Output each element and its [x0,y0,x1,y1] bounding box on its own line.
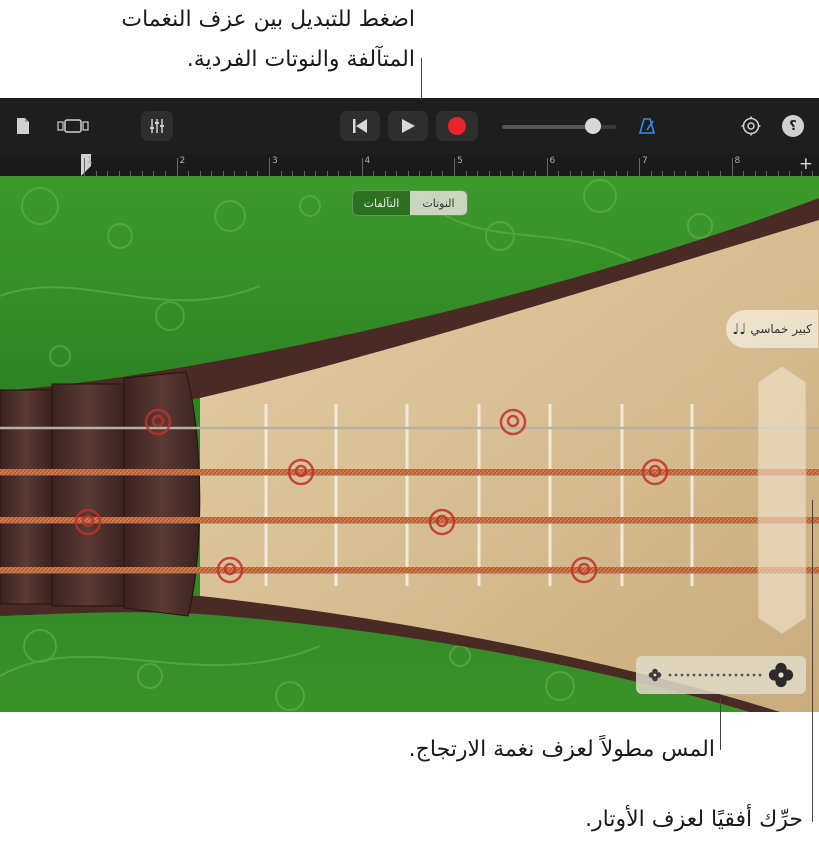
master-volume-slider[interactable] [502,118,616,134]
ruler-tick [361,158,363,176]
ruler-bar-number: 3 [272,156,278,166]
tremolo-dot [746,673,750,677]
tremolo-dot [704,673,708,677]
callout-toggle-line2: المتآلفة والنوتات الفردية. [186,47,415,72]
ruler-bar-number: 6 [549,156,556,166]
timeline-ruler[interactable]: 1 2 3 4 5 6 7 8 + [0,154,819,177]
ruler-bar-number: 7 [642,156,648,166]
master-volume-fill [502,125,594,129]
metronome-button[interactable] [634,111,660,141]
callout-strum-leader [812,500,813,822]
document-icon [17,118,29,134]
control-bar: ؟ [0,98,819,155]
ruler-tick [546,158,548,176]
tremolo-dot [728,673,732,677]
tremolo-dot [668,673,672,677]
settings-button[interactable] [738,111,764,141]
tremolo-dot [716,673,720,677]
go-to-beginning-button[interactable] [340,111,380,141]
bridge-block-3 [123,371,201,617]
ruler-tick [269,158,270,176]
ruler-bar-number: 8 [734,156,741,166]
pinwheel-small-icon [648,668,662,682]
notes-chords-toggle[interactable]: التآلفات النوتات [352,190,468,216]
tracks-view-button[interactable] [54,111,92,141]
tremolo-dot [740,673,744,677]
tremolo-strip[interactable] [636,656,806,694]
strum-strip-shape[interactable] [757,365,807,635]
tremolo-dot [680,673,684,677]
tremolo-dot [722,673,726,677]
ruler-tick [731,158,733,176]
tremolo-dot [752,673,756,677]
settings-icon [741,116,761,136]
callout-strum: حرِّك أفقيًا لعزف الأوتار. [585,807,803,832]
help-button[interactable]: ؟ [782,115,804,137]
go-to-beginning-icon [353,119,367,133]
tremolo-dot [692,673,696,677]
ruler-bar-number: 1 [87,156,93,166]
play-button[interactable] [388,111,428,141]
tremolo-dots [668,673,762,677]
ruler-bar-number: 2 [179,156,186,166]
tremolo-dot [758,673,762,677]
string-3[interactable] [0,517,819,523]
record-button[interactable] [436,111,478,141]
play-icon [402,119,415,133]
scale-label: كبير خماسي [750,322,812,336]
tremolo-dot [674,673,678,677]
ruler-tick [639,158,640,176]
string-1[interactable] [0,426,819,430]
scale-icon: ♩♩ [732,320,747,338]
callout-tremolo-leader [720,698,721,750]
guzheng-app: ؟ 1 2 3 4 5 6 7 8 + التآلفات النوتات كبير خماسي… [0,98,819,712]
mixer-button[interactable] [141,111,173,141]
ruler-bar-number: 5 [457,156,463,166]
notes-segment[interactable]: النوتات [410,191,467,215]
add-section-button[interactable]: + [799,154,813,174]
chords-segment[interactable]: التآلفات [353,191,410,215]
master-volume-knob[interactable] [585,118,602,134]
string-4[interactable] [0,567,819,573]
record-icon [448,117,466,135]
tremolo-dot [698,673,702,677]
metronome-icon [638,118,656,134]
ruler-tick [84,158,85,176]
pinwheel-large-icon [768,662,794,688]
tremolo-dot [710,673,714,677]
ruler-tick [176,158,178,176]
help-icon: ؟ [789,118,797,134]
mixer-icon [150,119,164,133]
ruler-bar-number: 4 [364,156,371,166]
string-2[interactable] [0,469,819,475]
ruler-tick [454,158,455,176]
tracks-view-icon [57,119,89,133]
tremolo-dot [686,673,690,677]
callout-tremolo: المس مطولاً لعزف نغمة الارتجاج. [408,737,715,762]
guzheng-instrument[interactable] [0,176,819,712]
document-button[interactable] [10,111,36,141]
callout-toggle-line1: اضغط للتبديل بين عزف النغمات [121,7,415,32]
scale-button[interactable]: كبير خماسي ♩♩ [726,310,818,348]
tremolo-dot [734,673,738,677]
